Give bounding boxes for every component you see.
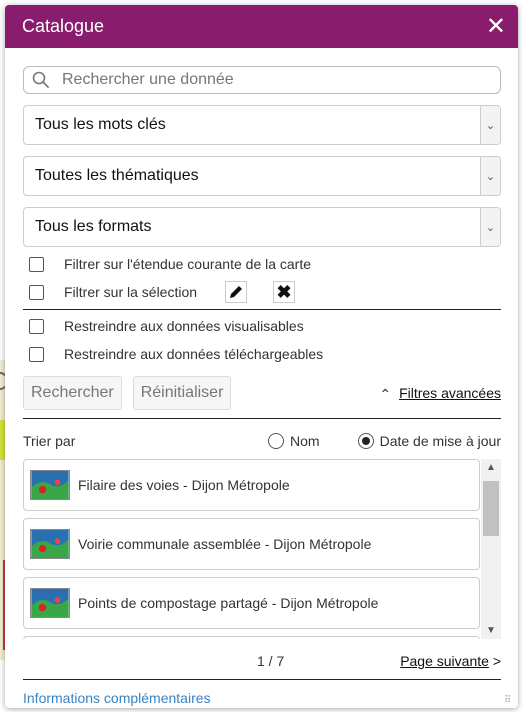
scroll-down-icon[interactable]: ▼ [481, 622, 501, 639]
keywords-select-value: Tous les mots clés [35, 116, 166, 133]
panel-title: Catalogue [22, 16, 105, 36]
selection-filter-label: Filtrer sur la sélection [64, 284, 198, 300]
extent-checkbox[interactable] [29, 256, 44, 272]
sort-by-name[interactable]: Nom [268, 433, 320, 449]
sort-date-label: Date de mise à jour [379, 433, 501, 449]
sort-row: Trier par Nom Date de mise à jour [23, 433, 501, 449]
search-input[interactable] [62, 71, 492, 89]
next-page-arrow: > [492, 653, 501, 669]
divider [23, 309, 501, 310]
sort-date-radio[interactable] [357, 433, 374, 449]
viewable-checkbox[interactable] [29, 318, 44, 334]
scroll-up-icon[interactable]: ▲ [481, 459, 501, 476]
dataset-thumbnail-icon [30, 588, 70, 618]
advanced-filters-link[interactable]: Filtres avancées [399, 385, 501, 401]
actions-row: Rechercher Réinitialiser ⌃ Filtres avanc… [23, 376, 501, 410]
pagination: 1 / 7 Page suivante > [23, 653, 501, 669]
next-page-link[interactable]: Page suivante > [400, 653, 501, 669]
viewable-filter-row: Restreindre aux données visualisables [23, 312, 501, 340]
dataset-thumbnail-icon [30, 529, 70, 559]
downloadable-checkbox[interactable] [29, 346, 44, 362]
sort-by-date[interactable]: Date de mise à jour [357, 433, 501, 449]
downloadable-filter-row: Restreindre aux données téléchargeables [23, 340, 501, 368]
next-page-label[interactable]: Page suivante [400, 653, 489, 669]
themes-select-value: Toutes les thématiques [35, 167, 199, 184]
catalogue-panel: Catalogue ✕ Tous les mots clés ⌄ Toutes … [5, 5, 518, 708]
results-scrollbar[interactable]: ▲ ▼ [481, 459, 501, 639]
list-item[interactable] [23, 636, 480, 639]
selection-checkbox[interactable] [29, 284, 44, 300]
chevron-down-icon: ⌄ [480, 208, 500, 246]
search-icon [32, 71, 49, 88]
results-list: Filaire des voies - Dijon Métropole Voir… [23, 459, 501, 639]
extent-filter-row: Filtrer sur l'étendue courante de la car… [23, 250, 501, 278]
selection-filter-row: Filtrer sur la sélection ✖ [23, 278, 501, 306]
result-title: Voirie communale assemblée - Dijon Métro… [78, 536, 372, 552]
close-icon[interactable]: ✕ [486, 14, 506, 39]
list-item[interactable]: Points de compostage partagé - Dijon Mét… [23, 577, 480, 629]
clear-selection-icon[interactable]: ✖ [273, 281, 296, 303]
page-count: 1 / 7 [257, 653, 285, 669]
search-box [23, 66, 501, 94]
list-item[interactable]: Voirie communale assemblée - Dijon Métro… [23, 518, 480, 570]
result-title: Points de compostage partagé - Dijon Mét… [78, 595, 379, 611]
chevron-down-icon: ⌄ [480, 157, 500, 195]
divider [23, 679, 501, 680]
divider [23, 418, 501, 419]
panel-header: Catalogue ✕ [5, 5, 518, 48]
advanced-filters-toggle[interactable]: ⌃ Filtres avancées [379, 385, 501, 402]
pencil-icon[interactable] [225, 281, 248, 303]
result-title: Filaire des voies - Dijon Métropole [78, 477, 290, 493]
chevron-up-icon: ⌃ [379, 385, 392, 402]
resize-grip-icon[interactable]: ⠿ [504, 695, 514, 706]
keywords-select[interactable]: Tous les mots clés ⌄ [23, 105, 501, 145]
chevron-down-icon: ⌄ [480, 106, 500, 144]
search-button[interactable]: Rechercher [23, 376, 122, 410]
more-info-link[interactable]: Informations complémentaires [23, 690, 501, 706]
sort-label: Trier par [23, 433, 76, 449]
list-item[interactable]: Filaire des voies - Dijon Métropole [23, 459, 480, 511]
formats-select[interactable]: Tous les formats ⌄ [23, 207, 501, 247]
extent-filter-label: Filtrer sur l'étendue courante de la car… [64, 256, 312, 272]
formats-select-value: Tous les formats [35, 218, 152, 235]
downloadable-filter-label: Restreindre aux données téléchargeables [64, 346, 324, 362]
dataset-thumbnail-icon [30, 470, 70, 500]
sort-name-label: Nom [290, 433, 320, 449]
viewable-filter-label: Restreindre aux données visualisables [64, 318, 304, 334]
reset-button[interactable]: Réinitialiser [132, 376, 232, 410]
sort-name-radio[interactable] [268, 433, 285, 449]
scrollbar-thumb[interactable] [483, 481, 499, 536]
themes-select[interactable]: Toutes les thématiques ⌄ [23, 156, 501, 196]
